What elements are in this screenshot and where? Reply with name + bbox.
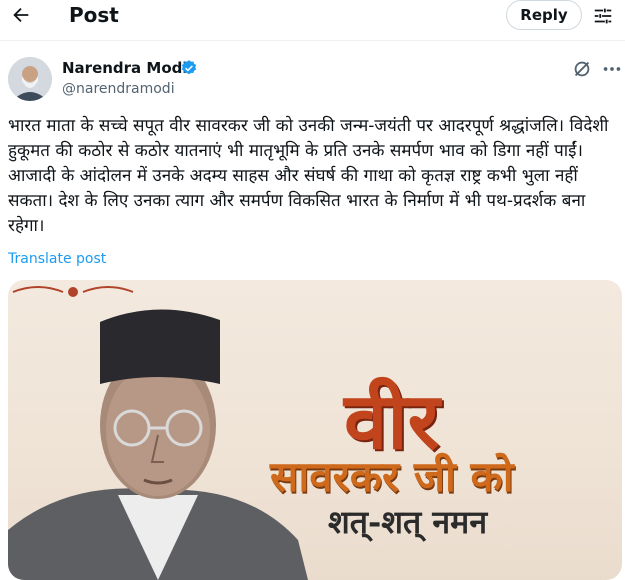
post-image[interactable]: वीर सावरकर जी को शत्-शत् नमन [8, 280, 622, 580]
ornament-icon [12, 286, 134, 297]
grok-icon[interactable] [571, 58, 593, 80]
post-text: भारत माता के सच्चे सपूत वीर सावरकर जी को… [8, 116, 609, 236]
reply-button[interactable]: Reply [506, 0, 582, 30]
page-title: Post [69, 3, 119, 27]
avatar[interactable] [8, 57, 52, 101]
more-icon[interactable] [601, 58, 623, 80]
author-handle[interactable]: @narendramodi [62, 80, 175, 98]
verified-badge-icon [181, 60, 197, 75]
translate-post-link[interactable]: Translate post [8, 250, 106, 268]
savarkar-portrait [8, 309, 308, 580]
image-title-savarkar: सावरकर जी को [270, 452, 514, 501]
header-divider [0, 40, 625, 41]
top-bar: Post Reply [0, 0, 625, 32]
author-name[interactable]: Narendra Modi [62, 58, 188, 78]
image-subtitle: शत्-शत् नमन [328, 503, 488, 541]
arrow-left-icon[interactable] [10, 4, 32, 26]
sliders-icon[interactable] [592, 5, 614, 27]
